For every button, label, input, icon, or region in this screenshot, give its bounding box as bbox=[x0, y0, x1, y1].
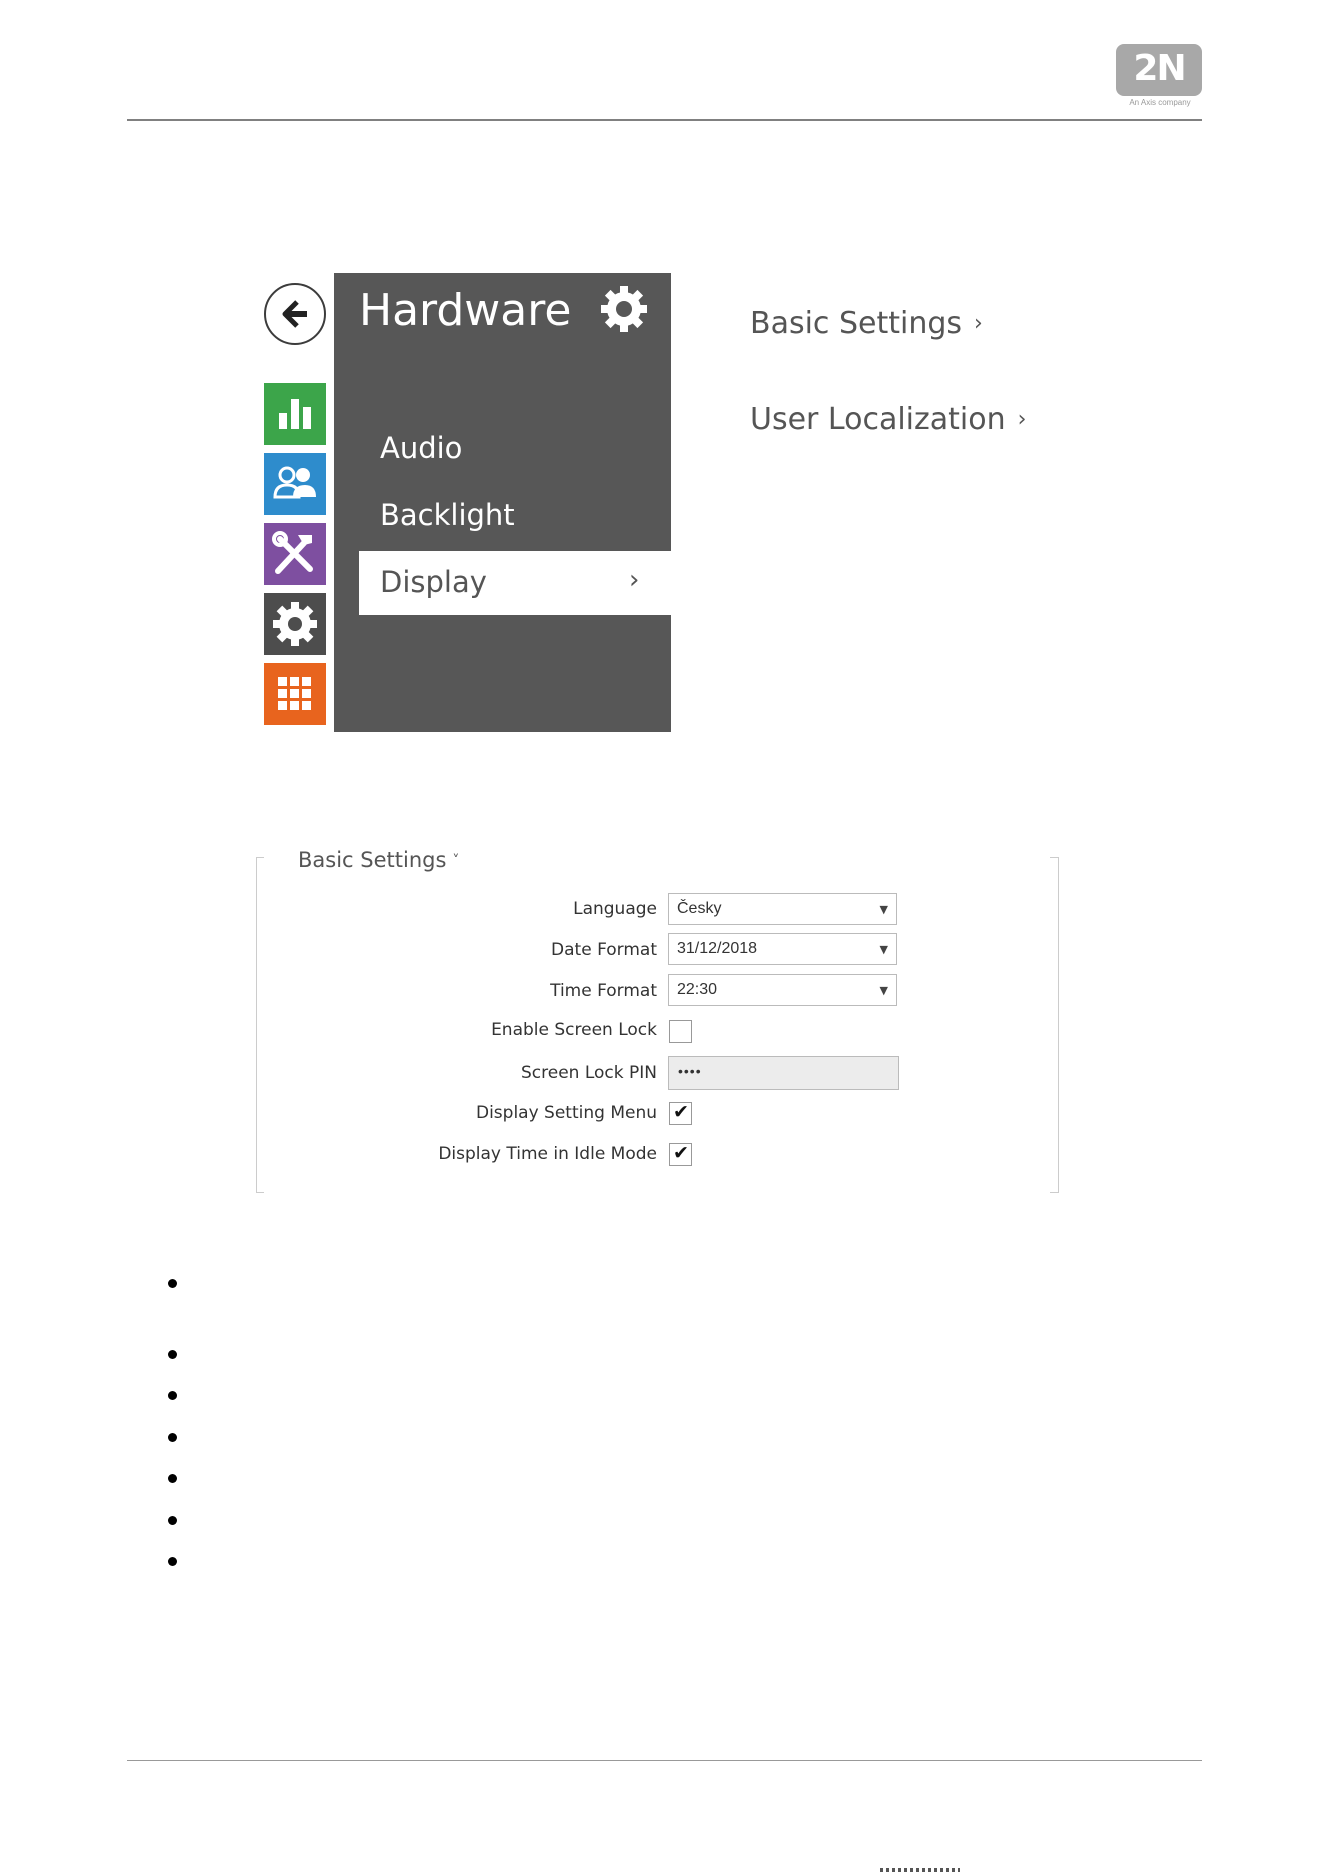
grid-icon bbox=[278, 677, 311, 710]
form-border bbox=[1050, 857, 1058, 858]
footer-divider bbox=[127, 1760, 1202, 1761]
screen-lock-pin-input[interactable]: •••• bbox=[668, 1056, 899, 1090]
checkmark-icon: ✔ bbox=[673, 1101, 689, 1123]
menu-item-label: Display bbox=[380, 565, 487, 599]
basic-settings-link[interactable]: Basic Settings › bbox=[750, 306, 983, 341]
nav-directory-tile[interactable] bbox=[264, 453, 326, 515]
nav-settings-tile[interactable] bbox=[264, 593, 326, 655]
list-bullet bbox=[168, 1557, 177, 1566]
display-time-idle-checkbox[interactable]: ✔ bbox=[669, 1142, 692, 1166]
form-border bbox=[256, 857, 264, 858]
dropdown-arrow-icon: ▼ bbox=[879, 943, 888, 956]
language-select[interactable]: Česky ▼ bbox=[668, 893, 897, 925]
list-bullet bbox=[168, 1391, 177, 1400]
back-button[interactable] bbox=[264, 283, 326, 345]
language-label: Language bbox=[573, 899, 657, 919]
dropdown-arrow-icon: ▼ bbox=[879, 984, 888, 997]
bar-chart-icon bbox=[279, 399, 311, 429]
header-divider bbox=[127, 119, 1202, 121]
time-format-label: Time Format bbox=[550, 981, 657, 1001]
logo-subtitle: An Axis company bbox=[1129, 98, 1191, 107]
time-format-select[interactable]: 22:30 ▼ bbox=[668, 974, 897, 1006]
chevron-down-icon: ˅ bbox=[452, 853, 460, 869]
screen-lock-pin-label: Screen Lock PIN bbox=[521, 1063, 657, 1083]
form-border bbox=[256, 857, 257, 1193]
list-bullet bbox=[168, 1433, 177, 1442]
menu-item-backlight[interactable]: Backlight bbox=[380, 498, 515, 532]
brand-logo: 2N bbox=[1116, 44, 1202, 96]
nav-system-tile[interactable] bbox=[264, 663, 326, 725]
user-localization-link[interactable]: User Localization › bbox=[750, 402, 1026, 437]
form-border bbox=[1058, 857, 1059, 1193]
input-value: •••• bbox=[678, 1063, 702, 1079]
gear-icon[interactable] bbox=[598, 283, 650, 335]
nav-status-tile[interactable] bbox=[264, 383, 326, 445]
link-label: Basic Settings bbox=[750, 306, 963, 341]
hardware-menu-panel: Hardware Audio Backlight Display › bbox=[334, 273, 671, 732]
chevron-right-icon: › bbox=[1017, 407, 1027, 432]
display-setting-menu-label: Display Setting Menu bbox=[475, 1103, 657, 1123]
link-label: User Localization bbox=[750, 402, 1006, 437]
gear-icon bbox=[273, 602, 317, 646]
chevron-right-icon: › bbox=[629, 565, 640, 595]
display-setting-menu-checkbox[interactable]: ✔ bbox=[669, 1101, 692, 1125]
panel-title: Hardware bbox=[359, 285, 572, 336]
enable-screen-lock-checkbox[interactable] bbox=[669, 1020, 692, 1043]
list-bullet bbox=[168, 1350, 177, 1359]
menu-item-display[interactable]: Display › bbox=[359, 551, 671, 615]
form-border bbox=[1050, 1192, 1058, 1193]
display-time-idle-label: Display Time in Idle Mode bbox=[438, 1144, 657, 1164]
menu-item-audio[interactable]: Audio bbox=[380, 431, 462, 465]
form-section-toggle[interactable]: Basic Settings ˅ bbox=[294, 848, 464, 872]
form-border bbox=[256, 1192, 264, 1193]
list-bullet bbox=[168, 1474, 177, 1483]
select-value: 22:30 bbox=[677, 981, 718, 998]
chevron-right-icon: › bbox=[974, 311, 983, 336]
enable-screen-lock-label: Enable Screen Lock bbox=[491, 1020, 657, 1040]
select-value: 31/12/2018 bbox=[677, 940, 758, 957]
checkmark-icon: ✔ bbox=[673, 1142, 689, 1164]
section-title: Basic Settings bbox=[298, 848, 447, 872]
date-format-select[interactable]: 31/12/2018 ▼ bbox=[668, 933, 897, 965]
dropdown-arrow-icon: ▼ bbox=[879, 903, 888, 916]
date-format-label: Date Format bbox=[551, 940, 657, 960]
list-bullet bbox=[168, 1516, 177, 1525]
nav-hardware-tile[interactable] bbox=[264, 523, 326, 585]
select-value: Česky bbox=[677, 900, 722, 917]
users-icon bbox=[273, 466, 316, 499]
arrow-left-icon bbox=[282, 300, 307, 328]
tools-icon bbox=[272, 531, 313, 574]
logo-text: 2N bbox=[1133, 48, 1186, 89]
footer-decoration bbox=[880, 1868, 960, 1872]
list-bullet bbox=[168, 1279, 177, 1288]
